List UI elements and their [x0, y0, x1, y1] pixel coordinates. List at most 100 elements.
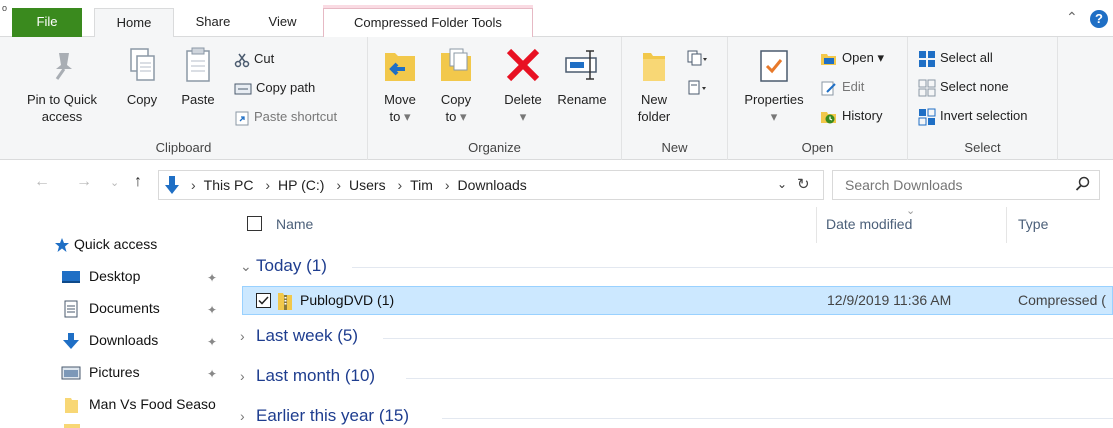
pin-icon[interactable]: ✦: [207, 367, 217, 381]
copy-to-icon: [441, 48, 471, 81]
chevron-down-icon: ▾: [519, 109, 527, 124]
copy-to-button[interactable]: Copy to ▾: [432, 43, 480, 125]
group-header-earlier-this-year[interactable]: › Earlier this year (15): [240, 406, 409, 426]
history-icon: [821, 111, 836, 124]
table-row[interactable]: PublogDVD (1) 12/9/2019 11:36 AM Compres…: [242, 286, 1113, 315]
back-arrow-icon[interactable]: ←: [34, 173, 50, 191]
navigation-pane: Quick access Desktop ✦ Documents ✦ Downl…: [0, 207, 230, 428]
breadcrumb-this-pc[interactable]: This PC: [204, 177, 254, 193]
tab-share[interactable]: Share: [178, 8, 248, 37]
nav-item-documents-label: Documents: [89, 300, 160, 316]
search-icon[interactable]: [1075, 176, 1091, 192]
delete-button[interactable]: Delete ▾: [498, 43, 548, 125]
select-all-button[interactable]: Select all: [918, 48, 993, 70]
breadcrumb: › This PC › HP (C:) › Users › Tim › Downloads: [183, 177, 527, 193]
invert-selection-label: Invert selection: [940, 108, 1028, 123]
open-folder-icon: [821, 53, 836, 65]
column-divider[interactable]: [816, 207, 817, 243]
tab-home[interactable]: Home: [94, 8, 174, 38]
rename-button[interactable]: Rename: [552, 43, 612, 108]
edit-icon: [821, 81, 836, 96]
documents-icon: [64, 300, 78, 318]
breadcrumb-downloads[interactable]: Downloads: [458, 177, 527, 193]
chevron-up-icon[interactable]: ⌃: [1066, 9, 1078, 26]
column-header-name[interactable]: Name: [276, 216, 313, 232]
open-button[interactable]: Open ▾: [820, 48, 884, 70]
organize-group-label: Organize: [468, 140, 521, 155]
chevron-right-icon[interactable]: ›: [397, 177, 402, 193]
copy-path-button[interactable]: Copy path: [234, 78, 315, 100]
group-header-last-week[interactable]: › Last week (5): [240, 326, 358, 346]
chevron-right-icon[interactable]: ›: [336, 177, 341, 193]
up-arrow-icon[interactable]: ↑: [134, 173, 142, 191]
nav-item-pictures[interactable]: Pictures: [61, 364, 140, 381]
pin-label-line1: Pin to Quick: [26, 92, 98, 107]
pin-icon[interactable]: ✦: [207, 335, 217, 349]
pin-icon[interactable]: ✦: [207, 271, 217, 285]
paste-shortcut-label: Paste shortcut: [254, 109, 338, 124]
nav-item-desktop-label: Desktop: [89, 268, 141, 284]
help-icon[interactable]: ?: [1090, 10, 1108, 28]
copy-button[interactable]: Copy: [118, 43, 166, 108]
paste-button[interactable]: Paste: [172, 43, 224, 108]
recent-locations-chevron-icon[interactable]: ⌄: [110, 176, 119, 189]
nav-item-man-vs-food[interactable]: Man Vs Food Seaso: [63, 396, 216, 414]
new-folder-button[interactable]: New folder: [628, 43, 680, 125]
breadcrumb-hp-c[interactable]: HP (C:): [278, 177, 324, 193]
select-group-label: Select: [964, 140, 1001, 155]
select-all-checkbox[interactable]: [247, 216, 262, 231]
open-group: Properties ▾ Open ▾ Edit History Open: [728, 37, 908, 160]
easy-access-button[interactable]: [686, 77, 712, 99]
chevron-down-icon: ▾: [770, 109, 778, 124]
address-dropdown-chevron-icon[interactable]: ⌄: [777, 177, 787, 191]
chevron-down-icon: ⌄: [240, 258, 252, 274]
tab-view[interactable]: View: [255, 8, 310, 37]
chevron-right-icon[interactable]: ›: [265, 177, 270, 193]
edit-button[interactable]: Edit: [820, 77, 864, 99]
download-arrow-icon: [63, 333, 79, 350]
breadcrumb-tim[interactable]: Tim: [410, 177, 433, 193]
history-button[interactable]: History: [820, 106, 882, 128]
select-none-button[interactable]: Select none: [918, 77, 1009, 99]
nav-item-desktop[interactable]: Desktop: [61, 268, 140, 285]
chevron-right-icon[interactable]: ›: [445, 177, 450, 193]
chevron-right-icon[interactable]: ›: [191, 177, 196, 193]
paste-shortcut-button[interactable]: Paste shortcut: [234, 107, 337, 129]
breadcrumb-users[interactable]: Users: [349, 177, 386, 193]
checkmark-icon: [258, 296, 269, 305]
cut-button[interactable]: Cut: [234, 49, 274, 71]
row-checkbox[interactable]: [256, 293, 271, 308]
column-header-date-modified[interactable]: Date modified: [826, 216, 912, 232]
new-item-button[interactable]: [686, 47, 712, 69]
chevron-right-icon: ›: [240, 368, 245, 384]
pin-icon[interactable]: ✦: [207, 303, 217, 317]
group-header-today[interactable]: ⌄ Today (1): [240, 256, 327, 276]
column-header-type[interactable]: Type: [1018, 216, 1048, 232]
nav-item-downloads[interactable]: Downloads: [61, 332, 158, 350]
nav-quick-access[interactable]: Quick access: [54, 236, 157, 253]
chevron-right-icon: ›: [240, 408, 245, 424]
address-row: ← → ⌄ ↑ › This PC › HP (C:) › Users › Tim › D…: [0, 161, 1113, 207]
address-bar[interactable]: › This PC › HP (C:) › Users › Tim › Downloads…: [158, 170, 824, 200]
properties-checkmark-icon: [760, 50, 788, 82]
select-none-label: Select none: [940, 79, 1009, 94]
properties-button[interactable]: Properties ▾: [736, 43, 812, 125]
search-input[interactable]: [843, 176, 1063, 194]
group-header-last-month[interactable]: › Last month (10): [240, 366, 375, 386]
chevron-down-icon: ▾: [459, 109, 467, 124]
tab-file[interactable]: File: [12, 8, 82, 37]
copy-icon: [130, 48, 155, 81]
nav-item-documents[interactable]: Documents: [63, 300, 160, 318]
refresh-icon[interactable]: ↻: [797, 175, 810, 193]
copy-to-label-line1: Copy: [440, 92, 472, 107]
ribbon: Pin to Quick access Copy Paste Cut Copy …: [0, 37, 1113, 160]
invert-selection-button[interactable]: Invert selection: [918, 106, 1027, 128]
tab-compressed-folder-tools[interactable]: Compressed Folder Tools: [323, 8, 533, 37]
pin-to-quick-access-button[interactable]: Pin to Quick access: [8, 43, 116, 125]
move-to-button[interactable]: Move to ▾: [376, 43, 424, 125]
search-box[interactable]: [832, 170, 1100, 200]
clipboard-group-label: Clipboard: [155, 140, 212, 155]
column-divider[interactable]: [1006, 207, 1007, 243]
open-label: Open: [842, 50, 874, 65]
forward-arrow-icon[interactable]: →: [76, 173, 92, 191]
